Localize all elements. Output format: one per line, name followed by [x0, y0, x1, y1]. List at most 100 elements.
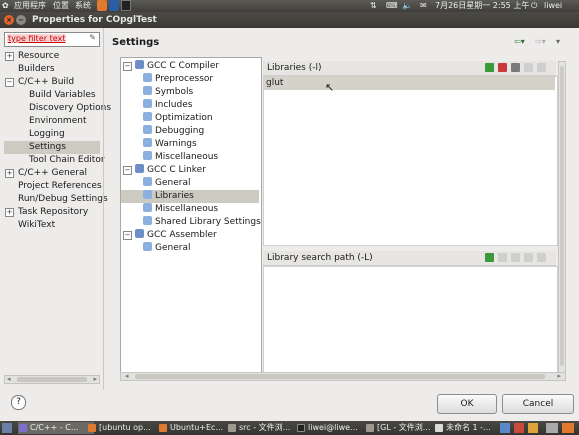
taskbar-item[interactable]: src - 文件浏...	[227, 422, 303, 434]
taskbar-item[interactable]: C/C++ - C...	[18, 422, 94, 434]
tool-linker-general[interactable]: General	[143, 177, 190, 190]
nav-item-resource[interactable]: + Resource	[4, 50, 100, 63]
taskbar-item[interactable]: [ubuntu op...	[87, 422, 165, 434]
tool-warnings[interactable]: Warnings	[143, 138, 197, 151]
nav-item-run-debug-settings[interactable]: Run/Debug Settings	[4, 193, 108, 206]
nav-horizontal-scrollbar[interactable]: ◂ ▸	[4, 375, 100, 384]
scroll-right-icon[interactable]: ▸	[93, 375, 97, 383]
vertical-scrollbar[interactable]	[558, 61, 566, 379]
edit-path-icon[interactable]	[511, 253, 520, 262]
expand-icon[interactable]: +	[5, 169, 14, 178]
tool-symbols[interactable]: Symbols	[143, 86, 193, 99]
tool-label: General	[155, 178, 191, 188]
scroll-left-icon[interactable]: ◂	[7, 375, 11, 383]
filter-input[interactable]: type filter text ✎	[4, 32, 100, 47]
nav-divider[interactable]	[103, 28, 104, 390]
trash-icon[interactable]	[562, 423, 574, 433]
scroll-left-icon[interactable]: ◂	[125, 372, 129, 380]
expand-icon[interactable]: +	[5, 208, 14, 217]
taskbar-item[interactable]: [GL - 文件浏...	[365, 422, 441, 434]
taskbar-item[interactable]: 未命名 1 -...	[434, 422, 506, 434]
nav-item-environment[interactable]: Environment	[4, 115, 100, 128]
tool-shared-library-settings[interactable]: Shared Library Settings	[143, 216, 261, 229]
nav-item-cpp-build[interactable]: − C/C++ Build	[4, 76, 100, 89]
keyboard-icon[interactable]: ⌨	[386, 1, 398, 11]
scroll-right-icon[interactable]: ▸	[557, 372, 561, 380]
ubuntu-logo-icon[interactable]: ✿	[2, 1, 9, 11]
nav-item-build-variables[interactable]: Build Variables	[4, 89, 100, 102]
page-horizontal-scrollbar[interactable]: ◂ ▸	[120, 372, 566, 381]
delete-library-icon[interactable]	[498, 63, 507, 72]
ok-button[interactable]: OK	[437, 394, 497, 414]
edit-library-icon[interactable]	[511, 63, 520, 72]
minimize-window-icon[interactable]: −	[16, 15, 26, 25]
tool-includes[interactable]: Includes	[143, 99, 192, 112]
nav-tree: + Resource Builders − C/C++ Build Build …	[4, 50, 111, 388]
scroll-thumb[interactable]	[560, 66, 564, 366]
nav-item-discovery-options[interactable]: Discovery Options	[4, 102, 111, 115]
collapse-icon[interactable]: −	[123, 166, 132, 175]
power-icon[interactable]: ⏻	[531, 1, 537, 11]
expand-icon[interactable]: +	[5, 52, 14, 61]
menu-system[interactable]: 系统	[75, 1, 91, 11]
tray-icon[interactable]	[500, 423, 510, 433]
user-name[interactable]: liwei	[544, 1, 562, 11]
nav-item-wikitext[interactable]: WikiText	[4, 219, 100, 232]
tool-gcc-c-linker[interactable]: − GCC C Linker	[123, 164, 206, 177]
delete-path-icon[interactable]	[498, 253, 507, 262]
add-path-icon[interactable]	[485, 253, 494, 262]
list-item[interactable]: glut	[264, 77, 555, 90]
tool-miscellaneous-linker[interactable]: Miscellaneous	[143, 203, 218, 216]
nav-item-logging[interactable]: Logging	[4, 128, 100, 141]
tool-gcc-c-compiler[interactable]: − GCC C Compiler	[123, 60, 219, 73]
nav-item-settings[interactable]: Settings	[4, 141, 100, 154]
back-arrow-icon[interactable]: ⇦▾	[514, 37, 525, 46]
scroll-thumb[interactable]	[17, 377, 87, 382]
mail-icon[interactable]: ✉	[420, 1, 427, 11]
menu-applications[interactable]: 应用程序	[14, 1, 46, 11]
tool-assembler-general[interactable]: General	[143, 242, 190, 255]
cancel-button[interactable]: Cancel	[502, 394, 574, 414]
nav-item-project-references[interactable]: Project References	[4, 180, 102, 193]
taskbar-item[interactable]: liwei@liwe...	[296, 422, 372, 434]
move-down-icon[interactable]	[537, 253, 546, 262]
move-up-icon[interactable]	[524, 253, 533, 262]
collapse-icon[interactable]: −	[5, 78, 14, 87]
settings-icon	[143, 112, 152, 121]
tool-miscellaneous-compiler[interactable]: Miscellaneous	[143, 151, 218, 164]
nav-item-tool-chain-editor[interactable]: Tool Chain Editor	[4, 154, 105, 167]
show-desktop-icon[interactable]	[2, 423, 12, 433]
workspace-switcher[interactable]	[546, 423, 558, 433]
nav-item-task-repository[interactable]: + Task Repository	[4, 206, 100, 219]
tool-debugging[interactable]: Debugging	[143, 125, 204, 138]
tray-icon[interactable]	[528, 423, 538, 433]
tray-icon[interactable]	[514, 423, 524, 433]
help-button[interactable]: ?	[11, 395, 26, 410]
collapse-icon[interactable]: −	[123, 231, 132, 240]
launcher-terminal-icon[interactable]	[121, 0, 131, 11]
nav-item-cpp-general[interactable]: + C/C++ General	[4, 167, 100, 180]
clock[interactable]: 7月26日星期一 2:55 上午	[435, 1, 529, 11]
close-window-icon[interactable]: ×	[4, 15, 14, 25]
tool-libraries[interactable]: Libraries	[121, 190, 259, 203]
tool-preprocessor[interactable]: Preprocessor	[143, 73, 213, 86]
network-icon[interactable]: ⇅	[370, 1, 377, 11]
volume-icon[interactable]: 🔈	[402, 1, 412, 11]
window-titlebar[interactable]: × − Properties for COpglTest	[0, 12, 579, 28]
launcher-firefox-icon[interactable]	[97, 0, 107, 11]
tool-optimization[interactable]: Optimization	[143, 112, 213, 125]
forward-arrow-icon[interactable]: ⇨▾	[535, 37, 546, 46]
view-menu-icon[interactable]: ▾	[556, 37, 560, 46]
move-up-icon[interactable]	[524, 63, 533, 72]
taskbar-item[interactable]: Ubuntu+Ec...	[158, 422, 234, 434]
launcher-thunderbird-icon[interactable]	[109, 0, 119, 11]
nav-item-builders[interactable]: Builders	[4, 63, 100, 76]
filter-input-text[interactable]: type filter text	[7, 34, 67, 43]
menu-places[interactable]: 位置	[53, 1, 69, 11]
collapse-icon[interactable]: −	[123, 62, 132, 71]
scroll-thumb[interactable]	[135, 374, 545, 379]
move-down-icon[interactable]	[537, 63, 546, 72]
tool-gcc-assembler[interactable]: − GCC Assembler	[123, 229, 217, 242]
clear-filter-icon[interactable]: ✎	[89, 33, 96, 42]
add-library-icon[interactable]	[485, 63, 494, 72]
